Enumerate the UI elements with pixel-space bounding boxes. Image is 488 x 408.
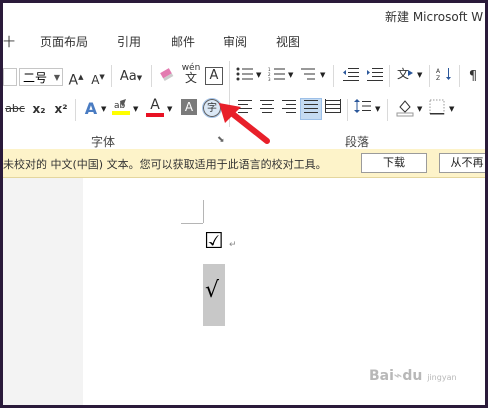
chevron-down-icon[interactable]: ▼ (375, 105, 380, 113)
selected-text-highlight[interactable]: √ (203, 264, 225, 326)
app-window: 新建 Microsoft W 十 页面布局 引用 邮件 审阅 视图 二号 ▼ A… (3, 3, 485, 405)
chevron-down-icon: ▼ (53, 73, 60, 82)
superscript-button[interactable]: x² (51, 99, 71, 119)
svg-text:3: 3 (268, 77, 271, 81)
text-effects-button[interactable]: A (81, 99, 101, 119)
phonetic-guide-button[interactable]: wén 文 (181, 63, 201, 84)
tab-view[interactable]: 视图 (276, 33, 300, 50)
checkbox-symbol: ☑ (204, 229, 224, 254)
divider (75, 99, 76, 121)
document-page[interactable]: ☑ ↵ √ Bai⌁du jingyan (83, 178, 485, 405)
highlight-color-button[interactable]: ab (111, 97, 131, 117)
tab-page-layout[interactable]: 页面布局 (40, 33, 88, 50)
chevron-down-icon[interactable]: ▼ (449, 105, 454, 113)
divider (333, 65, 334, 87)
proofing-message-bar: 未校对的 中文(中国) 文本。您可以获取适用于此语言的校对工具。 下载 从不再 (3, 149, 485, 178)
borders-icon[interactable] (427, 99, 447, 119)
change-case-button[interactable]: Aa▼ (117, 67, 145, 87)
divider (429, 65, 430, 87)
svg-text:A: A (436, 68, 441, 75)
chevron-down-icon[interactable]: ▼ (320, 71, 325, 79)
check-mark-symbol: √ (205, 278, 220, 303)
divider (459, 65, 460, 87)
font-color-button[interactable]: A (145, 97, 165, 117)
font-size-value: 二号 (23, 71, 48, 85)
baidu-watermark: Bai⌁du jingyan (369, 368, 457, 384)
chevron-down-icon[interactable]: ▼ (288, 71, 293, 79)
shrink-font-button[interactable]: A▼ (88, 67, 108, 87)
font-size-combo[interactable]: 二号 ▼ (19, 68, 63, 86)
strikethrough-button[interactable]: abc (3, 99, 27, 119)
divider (389, 65, 390, 87)
download-button[interactable]: 下载 (361, 153, 427, 173)
grow-font-button[interactable]: A▲ (66, 67, 86, 89)
line-spacing-icon[interactable] (353, 99, 373, 119)
svg-text:Z: Z (436, 75, 440, 81)
ribbon-tabs: 十 页面布局 引用 邮件 审阅 视图 (3, 27, 485, 53)
numbering-icon[interactable]: 123 (267, 67, 287, 87)
tab-review[interactable]: 审阅 (223, 33, 247, 50)
subscript-button[interactable]: x₂ (29, 99, 49, 119)
tab-mailings[interactable]: 邮件 (171, 33, 195, 50)
shading-icon[interactable] (395, 99, 415, 119)
increase-indent-icon[interactable] (365, 67, 385, 87)
never-show-button[interactable]: 从不再 (439, 153, 485, 173)
red-arrow-annotation (219, 103, 270, 144)
document-area: ☑ ↵ √ Bai⌁du jingyan (3, 178, 485, 405)
tab-references[interactable]: 引用 (117, 33, 141, 50)
clear-formatting-icon[interactable] (157, 67, 177, 87)
message-text: 未校对的 中文(中国) 文本。您可以获取适用于此语言的校对工具。 (3, 158, 327, 171)
decrease-indent-icon[interactable] (341, 67, 361, 87)
chevron-down-icon[interactable]: ▼ (256, 71, 261, 79)
svg-text:文: 文 (397, 67, 409, 81)
font-group-label: 字体 (91, 135, 116, 149)
bullets-icon[interactable] (235, 67, 255, 87)
chevron-down-icon[interactable]: ▼ (133, 105, 138, 113)
divider (347, 99, 348, 121)
sort-icon[interactable]: AZ (435, 67, 455, 87)
chevron-down-icon[interactable]: ▼ (167, 105, 172, 113)
multilevel-list-icon[interactable] (299, 67, 319, 87)
navigation-pane (3, 178, 83, 405)
divider (151, 65, 152, 87)
chinese-layout-icon[interactable]: 文 (395, 66, 415, 87)
justify-icon[interactable] (300, 98, 322, 120)
character-border-button[interactable]: A (205, 67, 223, 85)
title-bar: 新建 Microsoft W (3, 3, 485, 27)
font-color-swatch (146, 113, 164, 117)
divider (387, 99, 388, 121)
font-name-combo[interactable] (3, 68, 17, 86)
crop-mark (181, 223, 203, 224)
chevron-down-icon[interactable]: ▼ (101, 105, 106, 113)
crop-mark (203, 200, 204, 223)
divider (111, 65, 112, 87)
window-title: 新建 Microsoft W (385, 10, 484, 24)
distributed-icon[interactable] (323, 99, 343, 119)
paragraph-group-label: 段落 (345, 135, 370, 149)
chevron-down-icon[interactable]: ▼ (417, 105, 422, 113)
show-marks-icon[interactable]: ¶ (463, 67, 483, 87)
character-shading-button[interactable]: A (181, 99, 197, 115)
align-right-icon[interactable] (279, 99, 299, 119)
paragraph-mark: ↵ (229, 240, 237, 250)
chevron-down-icon[interactable]: ▼ (417, 71, 422, 79)
tab-insert[interactable]: 十 (3, 33, 15, 50)
